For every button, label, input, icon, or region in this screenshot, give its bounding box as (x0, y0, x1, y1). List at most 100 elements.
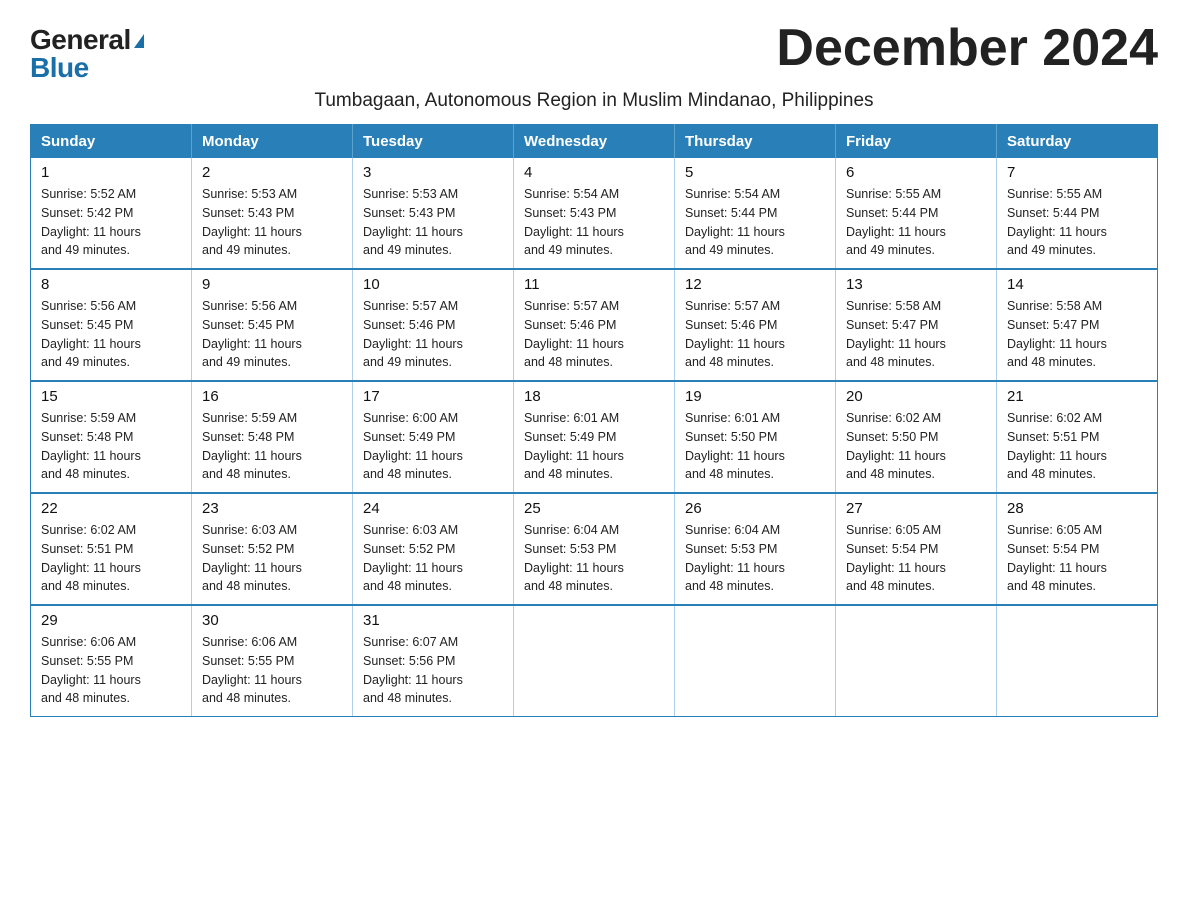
calendar-cell: 26 Sunrise: 6:04 AMSunset: 5:53 PMDaylig… (675, 493, 836, 605)
calendar-cell: 2 Sunrise: 5:53 AMSunset: 5:43 PMDayligh… (192, 158, 353, 269)
day-info: Sunrise: 6:06 AMSunset: 5:55 PMDaylight:… (41, 633, 181, 708)
day-info: Sunrise: 5:53 AMSunset: 5:43 PMDaylight:… (363, 185, 503, 260)
day-number: 15 (41, 388, 181, 405)
day-info: Sunrise: 6:04 AMSunset: 5:53 PMDaylight:… (524, 521, 664, 596)
day-info: Sunrise: 5:54 AMSunset: 5:43 PMDaylight:… (524, 185, 664, 260)
day-number: 26 (685, 500, 825, 517)
day-number: 29 (41, 612, 181, 629)
day-info: Sunrise: 5:55 AMSunset: 5:44 PMDaylight:… (846, 185, 986, 260)
calendar-cell: 13 Sunrise: 5:58 AMSunset: 5:47 PMDaylig… (836, 269, 997, 381)
header-friday: Friday (836, 125, 997, 159)
calendar-week-row: 29 Sunrise: 6:06 AMSunset: 5:55 PMDaylig… (31, 605, 1158, 717)
calendar-cell: 10 Sunrise: 5:57 AMSunset: 5:46 PMDaylig… (353, 269, 514, 381)
header-sunday: Sunday (31, 125, 192, 159)
day-info: Sunrise: 5:59 AMSunset: 5:48 PMDaylight:… (41, 409, 181, 484)
day-number: 19 (685, 388, 825, 405)
day-number: 21 (1007, 388, 1147, 405)
calendar-cell: 29 Sunrise: 6:06 AMSunset: 5:55 PMDaylig… (31, 605, 192, 717)
logo-blue-text: Blue (30, 52, 89, 83)
calendar-cell: 31 Sunrise: 6:07 AMSunset: 5:56 PMDaylig… (353, 605, 514, 717)
calendar-cell: 30 Sunrise: 6:06 AMSunset: 5:55 PMDaylig… (192, 605, 353, 717)
day-number: 8 (41, 276, 181, 293)
calendar-cell: 7 Sunrise: 5:55 AMSunset: 5:44 PMDayligh… (997, 158, 1158, 269)
calendar-cell: 21 Sunrise: 6:02 AMSunset: 5:51 PMDaylig… (997, 381, 1158, 493)
day-number: 28 (1007, 500, 1147, 517)
day-info: Sunrise: 5:59 AMSunset: 5:48 PMDaylight:… (202, 409, 342, 484)
calendar-cell: 9 Sunrise: 5:56 AMSunset: 5:45 PMDayligh… (192, 269, 353, 381)
day-number: 6 (846, 164, 986, 181)
day-number: 27 (846, 500, 986, 517)
logo: General Blue (30, 26, 144, 82)
day-number: 2 (202, 164, 342, 181)
calendar-cell: 12 Sunrise: 5:57 AMSunset: 5:46 PMDaylig… (675, 269, 836, 381)
calendar-week-row: 15 Sunrise: 5:59 AMSunset: 5:48 PMDaylig… (31, 381, 1158, 493)
day-number: 9 (202, 276, 342, 293)
day-info: Sunrise: 5:54 AMSunset: 5:44 PMDaylight:… (685, 185, 825, 260)
calendar-header-row: SundayMondayTuesdayWednesdayThursdayFrid… (31, 125, 1158, 159)
day-number: 18 (524, 388, 664, 405)
day-info: Sunrise: 5:57 AMSunset: 5:46 PMDaylight:… (685, 297, 825, 372)
day-number: 17 (363, 388, 503, 405)
day-info: Sunrise: 6:02 AMSunset: 5:50 PMDaylight:… (846, 409, 986, 484)
day-number: 14 (1007, 276, 1147, 293)
header-thursday: Thursday (675, 125, 836, 159)
header-wednesday: Wednesday (514, 125, 675, 159)
day-number: 31 (363, 612, 503, 629)
day-info: Sunrise: 5:57 AMSunset: 5:46 PMDaylight:… (363, 297, 503, 372)
calendar-cell: 28 Sunrise: 6:05 AMSunset: 5:54 PMDaylig… (997, 493, 1158, 605)
calendar-table: SundayMondayTuesdayWednesdayThursdayFrid… (30, 124, 1158, 717)
day-number: 23 (202, 500, 342, 517)
calendar-cell (997, 605, 1158, 717)
day-info: Sunrise: 5:56 AMSunset: 5:45 PMDaylight:… (202, 297, 342, 372)
logo-general-text: General (30, 24, 131, 55)
calendar-cell: 18 Sunrise: 6:01 AMSunset: 5:49 PMDaylig… (514, 381, 675, 493)
day-number: 12 (685, 276, 825, 293)
day-number: 16 (202, 388, 342, 405)
day-info: Sunrise: 6:01 AMSunset: 5:50 PMDaylight:… (685, 409, 825, 484)
day-number: 13 (846, 276, 986, 293)
calendar-cell: 8 Sunrise: 5:56 AMSunset: 5:45 PMDayligh… (31, 269, 192, 381)
day-info: Sunrise: 5:58 AMSunset: 5:47 PMDaylight:… (846, 297, 986, 372)
day-number: 24 (363, 500, 503, 517)
calendar-cell: 14 Sunrise: 5:58 AMSunset: 5:47 PMDaylig… (997, 269, 1158, 381)
day-number: 22 (41, 500, 181, 517)
day-info: Sunrise: 6:05 AMSunset: 5:54 PMDaylight:… (846, 521, 986, 596)
page-header: General Blue December 2024 (30, 20, 1158, 82)
day-info: Sunrise: 6:04 AMSunset: 5:53 PMDaylight:… (685, 521, 825, 596)
location-title: Tumbagaan, Autonomous Region in Muslim M… (30, 90, 1158, 112)
day-number: 10 (363, 276, 503, 293)
day-number: 7 (1007, 164, 1147, 181)
day-number: 4 (524, 164, 664, 181)
calendar-cell: 11 Sunrise: 5:57 AMSunset: 5:46 PMDaylig… (514, 269, 675, 381)
calendar-week-row: 22 Sunrise: 6:02 AMSunset: 5:51 PMDaylig… (31, 493, 1158, 605)
day-info: Sunrise: 6:01 AMSunset: 5:49 PMDaylight:… (524, 409, 664, 484)
calendar-cell: 16 Sunrise: 5:59 AMSunset: 5:48 PMDaylig… (192, 381, 353, 493)
calendar-cell: 23 Sunrise: 6:03 AMSunset: 5:52 PMDaylig… (192, 493, 353, 605)
day-number: 25 (524, 500, 664, 517)
day-info: Sunrise: 5:56 AMSunset: 5:45 PMDaylight:… (41, 297, 181, 372)
calendar-cell: 3 Sunrise: 5:53 AMSunset: 5:43 PMDayligh… (353, 158, 514, 269)
day-info: Sunrise: 5:53 AMSunset: 5:43 PMDaylight:… (202, 185, 342, 260)
day-info: Sunrise: 5:57 AMSunset: 5:46 PMDaylight:… (524, 297, 664, 372)
day-number: 1 (41, 164, 181, 181)
calendar-cell: 22 Sunrise: 6:02 AMSunset: 5:51 PMDaylig… (31, 493, 192, 605)
calendar-week-row: 8 Sunrise: 5:56 AMSunset: 5:45 PMDayligh… (31, 269, 1158, 381)
header-tuesday: Tuesday (353, 125, 514, 159)
day-info: Sunrise: 6:07 AMSunset: 5:56 PMDaylight:… (363, 633, 503, 708)
calendar-cell: 15 Sunrise: 5:59 AMSunset: 5:48 PMDaylig… (31, 381, 192, 493)
day-info: Sunrise: 6:03 AMSunset: 5:52 PMDaylight:… (202, 521, 342, 596)
month-title: December 2024 (776, 20, 1158, 77)
day-info: Sunrise: 5:58 AMSunset: 5:47 PMDaylight:… (1007, 297, 1147, 372)
calendar-cell: 17 Sunrise: 6:00 AMSunset: 5:49 PMDaylig… (353, 381, 514, 493)
day-info: Sunrise: 6:05 AMSunset: 5:54 PMDaylight:… (1007, 521, 1147, 596)
calendar-cell: 4 Sunrise: 5:54 AMSunset: 5:43 PMDayligh… (514, 158, 675, 269)
logo-blue-line: Blue (30, 54, 89, 82)
calendar-cell: 1 Sunrise: 5:52 AMSunset: 5:42 PMDayligh… (31, 158, 192, 269)
logo-general-line: General (30, 26, 144, 54)
day-number: 11 (524, 276, 664, 293)
day-number: 5 (685, 164, 825, 181)
calendar-cell (675, 605, 836, 717)
day-number: 30 (202, 612, 342, 629)
calendar-cell: 25 Sunrise: 6:04 AMSunset: 5:53 PMDaylig… (514, 493, 675, 605)
header-saturday: Saturday (997, 125, 1158, 159)
